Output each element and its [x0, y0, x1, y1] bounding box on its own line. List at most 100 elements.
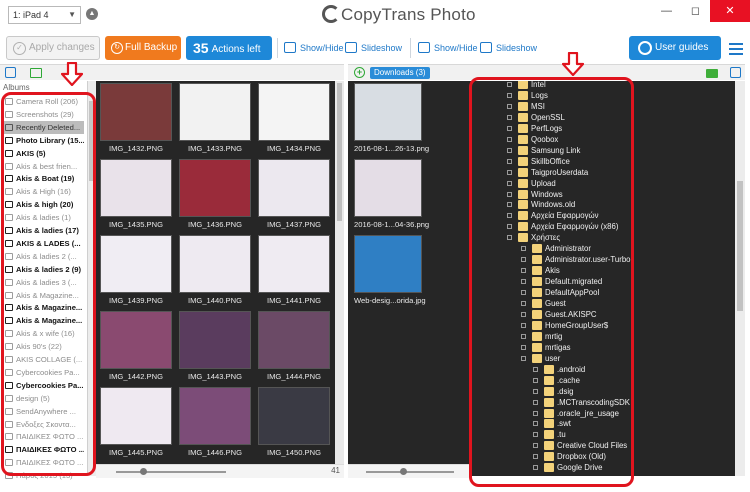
pc-file-name: 2016-08-1...04-36.png: [354, 220, 430, 229]
maximize-icon[interactable]: ◻: [681, 0, 710, 22]
pc-folder-badge[interactable]: Downloads (3): [370, 67, 430, 79]
pc-grid-footer: [348, 464, 472, 478]
scrollbar-thumb[interactable]: [337, 83, 342, 221]
photo-thumbnail: [100, 235, 172, 293]
title-bar: 1: iPad 4 ▼ ▲ CopyTrans Photo — ◻ ✕: [0, 0, 750, 30]
device-show-hide-button[interactable]: Show/Hide: [284, 39, 344, 57]
photo-filename: IMG_1450.PNG: [266, 448, 322, 457]
pc-slideshow-button[interactable]: Slideshow: [480, 39, 537, 57]
toolbar: ✓ Apply changes ↻ Full Backup 35 Actions …: [0, 34, 750, 62]
actions-left-label: Actions left: [211, 44, 261, 55]
photo-filename: IMG_1436.PNG: [187, 220, 243, 229]
lifebuoy-icon: [638, 41, 652, 55]
pc-show-hide-label: Show/Hide: [434, 43, 478, 53]
photo-filename: IMG_1440.PNG: [187, 296, 243, 305]
photo-filename: IMG_1444.PNG: [266, 372, 322, 381]
pc-file-tile[interactable]: Web-desig...orida.jpg: [354, 235, 426, 309]
photo-tile[interactable]: IMG_1435.PNG: [100, 159, 172, 231]
photo-tile[interactable]: IMG_1437.PNG: [258, 159, 330, 231]
copytrans-logo-icon: [322, 5, 340, 23]
photo-tile[interactable]: IMG_1445.PNG: [100, 387, 172, 459]
photo-thumbnail: [179, 311, 251, 369]
photo-tile[interactable]: IMG_1444.PNG: [258, 311, 330, 383]
photo-tile[interactable]: IMG_1436.PNG: [179, 159, 251, 231]
pc-show-hide-button[interactable]: Show/Hide: [418, 39, 478, 57]
device-select[interactable]: 1: iPad 4 ▼: [8, 6, 81, 24]
user-guides-button[interactable]: User guides: [629, 36, 721, 60]
check-circle-icon: ✓: [13, 42, 26, 55]
full-backup-button[interactable]: ↻ Full Backup: [105, 36, 181, 60]
photo-thumbnail: [100, 83, 172, 141]
minimize-icon[interactable]: —: [652, 0, 681, 22]
photo-filename: IMG_1437.PNG: [266, 220, 322, 229]
photo-tile[interactable]: IMG_1440.PNG: [179, 235, 251, 307]
photo-thumbnail: [179, 83, 251, 141]
photo-count: 41: [331, 466, 340, 475]
photo-filename: IMG_1435.PNG: [108, 220, 164, 229]
photo-thumbnail: [100, 311, 172, 369]
pc-file-name: Web-desig...orida.jpg: [354, 296, 426, 305]
pc-file-thumbnail: [354, 235, 422, 293]
photo-thumbnail: [258, 235, 330, 293]
zoom-slider-handle[interactable]: [140, 468, 147, 475]
device-grid-footer: 41: [96, 464, 344, 478]
hamburger-menu-icon[interactable]: [729, 43, 743, 55]
photo-filename: IMG_1442.PNG: [108, 372, 164, 381]
collapse-panel-icon[interactable]: [730, 67, 741, 78]
annotation-highlight-folders: [469, 77, 634, 487]
photo-filename: IMG_1441.PNG: [266, 296, 322, 305]
close-icon[interactable]: ✕: [710, 0, 750, 22]
pc-photo-grid: 2016-08-1...26-13.png 2016-08-1...04-36.p…: [348, 81, 472, 464]
pc-file-tile[interactable]: 2016-08-1...26-13.png: [354, 83, 430, 157]
photo-tile[interactable]: IMG_1450.PNG: [258, 387, 330, 459]
toolbar-divider: [410, 38, 411, 58]
photo-filename: IMG_1443.PNG: [187, 372, 243, 381]
collapse-panel-icon[interactable]: [5, 67, 16, 78]
apply-changes-label: Apply changes: [29, 42, 95, 53]
actions-left-button[interactable]: 35 Actions left: [186, 36, 272, 60]
photo-tile[interactable]: IMG_1434.PNG: [258, 83, 330, 155]
pc-file-name: 2016-08-1...26-13.png: [354, 144, 430, 153]
photo-tile[interactable]: IMG_1432.PNG: [100, 83, 172, 155]
device-slideshow-button[interactable]: Slideshow: [345, 39, 402, 57]
zoom-slider-track[interactable]: [366, 471, 454, 473]
zoom-slider-handle[interactable]: [400, 468, 407, 475]
app-logo: CopyTrans Photo: [322, 5, 476, 27]
scrollbar-thumb[interactable]: [737, 181, 743, 311]
photo-tile[interactable]: IMG_1442.PNG: [100, 311, 172, 383]
photo-tile[interactable]: IMG_1443.PNG: [179, 311, 251, 383]
eject-icon[interactable]: ▲: [86, 8, 98, 20]
annotation-arrow-down-icon: [61, 62, 83, 86]
pc-file-thumbnail: [354, 159, 422, 217]
app-window: 1: iPad 4 ▼ ▲ CopyTrans Photo — ◻ ✕ ✓ Ap…: [0, 0, 750, 492]
photo-thumbnail: [258, 159, 330, 217]
device-photo-grid: IMG_1432.PNG IMG_1433.PNG IMG_1434.PNG IMG_…: [96, 81, 335, 464]
open-folder-icon[interactable]: [706, 69, 718, 78]
photo-filename: IMG_1434.PNG: [266, 144, 322, 153]
photo-filename: IMG_1439.PNG: [108, 296, 164, 305]
zoom-slider-track[interactable]: [116, 471, 226, 473]
photo-thumbnail: [100, 159, 172, 217]
user-guides-label: User guides: [655, 42, 709, 53]
show-hide-icon: [284, 42, 296, 53]
apply-changes-button[interactable]: ✓ Apply changes: [6, 36, 100, 60]
device-show-hide-label: Show/Hide: [300, 43, 344, 53]
full-backup-label: Full Backup: [125, 42, 178, 53]
photo-tile[interactable]: IMG_1439.PNG: [100, 235, 172, 307]
new-album-icon[interactable]: [30, 68, 42, 78]
show-hide-icon: [418, 42, 430, 53]
photo-tile[interactable]: IMG_1441.PNG: [258, 235, 330, 307]
slideshow-icon: [480, 42, 492, 53]
add-icon[interactable]: +: [354, 67, 365, 78]
folder-tree-scrollbar[interactable]: [735, 81, 745, 476]
toolbar-divider: [277, 38, 278, 58]
photo-filename: IMG_1445.PNG: [108, 448, 164, 457]
photo-tile[interactable]: IMG_1433.PNG: [179, 83, 251, 155]
photo-tile[interactable]: IMG_1446.PNG: [179, 387, 251, 459]
photo-thumbnail: [179, 387, 251, 445]
photo-thumbnail: [258, 311, 330, 369]
photo-thumbnail: [100, 387, 172, 445]
pc-file-tile[interactable]: 2016-08-1...04-36.png: [354, 159, 430, 233]
photo-thumbnail: [258, 387, 330, 445]
photo-grid-scrollbar[interactable]: [335, 81, 344, 464]
